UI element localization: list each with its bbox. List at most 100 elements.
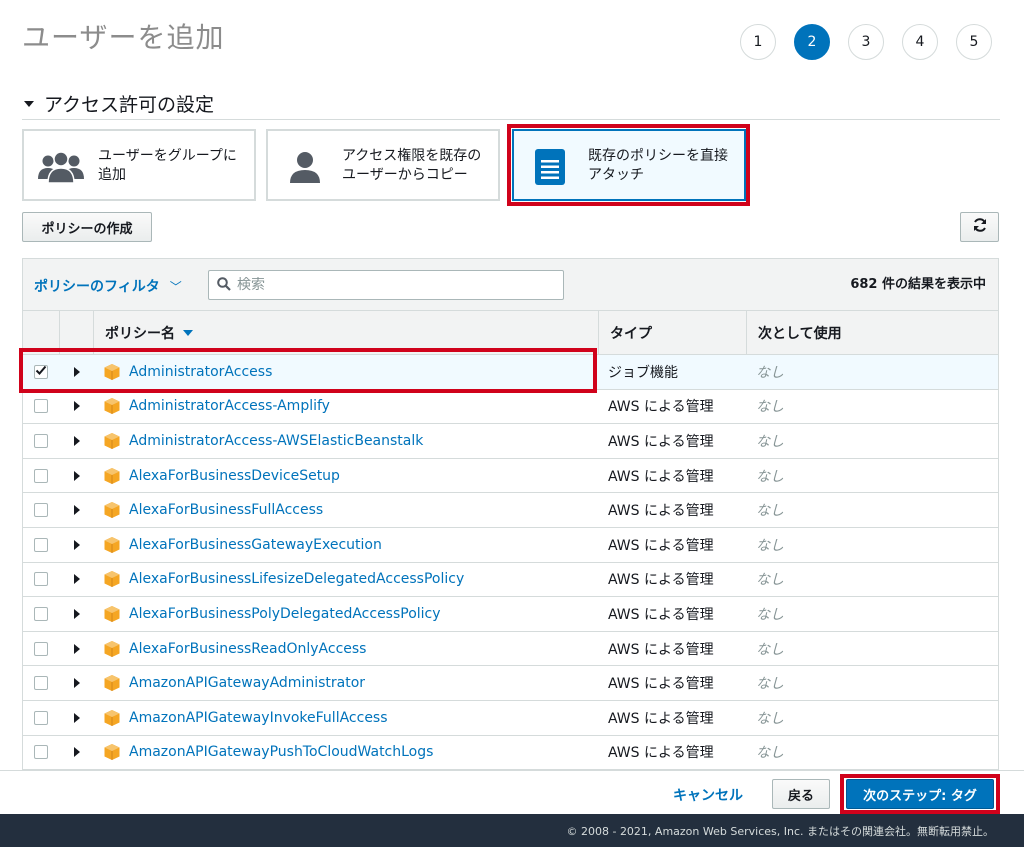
column-header-used-as: 次として使用 — [746, 311, 998, 355]
search-input[interactable] — [237, 277, 537, 293]
chevron-down-icon: ﹀ — [169, 279, 182, 294]
policy-name-cell: AdministratorAccess — [103, 355, 272, 389]
row-checkbox[interactable] — [34, 641, 48, 656]
row-checkbox-cell — [34, 597, 48, 631]
expand-caret-icon[interactable] — [74, 401, 80, 412]
policy-name-link[interactable]: AmazonAPIGatewayAdministrator — [129, 675, 365, 691]
table-row[interactable]: AmazonAPIGatewayPushToCloudWatchLogs AWS … — [23, 736, 998, 769]
policy-type-cell: AWS による管理 — [608, 676, 714, 693]
row-checkbox[interactable] — [34, 745, 48, 760]
policy-name-link[interactable]: AlexaForBusinessDeviceSetup — [129, 468, 340, 484]
row-checkbox-cell — [34, 666, 48, 700]
step-5[interactable]: 5 — [956, 24, 992, 60]
policy-name-link[interactable]: AlexaForBusinessFullAccess — [129, 502, 323, 518]
option-add-to-group[interactable]: ユーザーをグループに追加 — [22, 129, 256, 201]
section-title: アクセス許可の設定 — [44, 94, 215, 116]
policy-name-link[interactable]: AlexaForBusinessReadOnlyAccess — [129, 641, 366, 657]
wizard-steps: 1 2 3 4 5 — [740, 24, 992, 60]
policy-package-icon — [103, 640, 121, 658]
row-checkbox[interactable] — [34, 537, 48, 552]
expand-caret-icon[interactable] — [74, 608, 80, 619]
row-checkbox-cell — [34, 701, 48, 735]
row-checkbox-cell — [34, 528, 48, 562]
header-label: 次として使用 — [758, 326, 842, 342]
row-expand-cell — [74, 701, 80, 735]
table-row[interactable]: AlexaForBusinessDeviceSetup AWS による管理 なし — [23, 459, 998, 494]
table-row[interactable]: AlexaForBusinessGatewayExecution AWS による管… — [23, 528, 998, 563]
policy-name-link[interactable]: AdministratorAccess-Amplify — [129, 398, 330, 414]
policy-name-link[interactable]: AlexaForBusinessPolyDelegatedAccessPolic… — [129, 606, 441, 622]
row-checkbox[interactable] — [34, 710, 48, 725]
policy-filter-dropdown[interactable]: ポリシーのフィルタ ﹀ — [34, 276, 182, 296]
policy-name-cell: AmazonAPIGatewayPushToCloudWatchLogs — [103, 736, 433, 769]
option-copy-from-user[interactable]: アクセス権限を既存のユーザーからコピー — [266, 129, 500, 201]
expand-caret-icon[interactable] — [74, 470, 80, 481]
policy-name-cell: AlexaForBusinessDeviceSetup — [103, 459, 340, 493]
refresh-button[interactable] — [960, 212, 999, 242]
table-row[interactable]: AlexaForBusinessFullAccess AWS による管理 なし — [23, 493, 998, 528]
policy-type-cell: AWS による管理 — [608, 745, 714, 762]
policy-type-cell: AWS による管理 — [608, 433, 714, 450]
step-1[interactable]: 1 — [740, 24, 776, 60]
policy-used-as-cell: なし — [756, 537, 784, 554]
column-header-policy-name[interactable]: ポリシー名 — [93, 311, 598, 355]
policy-name-link[interactable]: AdministratorAccess — [129, 364, 272, 380]
step-2[interactable]: 2 — [794, 24, 830, 60]
row-checkbox[interactable] — [34, 433, 48, 448]
row-checkbox-cell — [34, 493, 48, 527]
row-checkbox-checked[interactable] — [34, 364, 48, 379]
table-row[interactable]: AlexaForBusinessPolyDelegatedAccessPolic… — [23, 597, 998, 632]
policy-used-as-cell: なし — [756, 676, 784, 693]
policy-name-link[interactable]: AlexaForBusinessGatewayExecution — [129, 537, 382, 553]
expand-caret-icon[interactable] — [74, 505, 80, 516]
expand-caret-icon[interactable] — [74, 366, 80, 377]
policy-name-cell: AmazonAPIGatewayAdministrator — [103, 666, 365, 700]
row-checkbox[interactable] — [34, 606, 48, 621]
table-row[interactable]: AdministratorAccess-Amplify AWS による管理 なし — [23, 390, 998, 425]
policy-used-as-cell: なし — [756, 364, 784, 381]
result-count: 682 件の結果を表示中 — [850, 277, 986, 292]
header-expand-col — [59, 311, 93, 355]
table-row[interactable]: AmazonAPIGatewayInvokeFullAccess AWS による管… — [23, 701, 998, 736]
expand-caret-icon[interactable] — [74, 574, 80, 585]
filter-label: ポリシーのフィルタ — [34, 279, 160, 295]
table-row[interactable]: AlexaForBusinessReadOnlyAccess AWS による管理 な… — [23, 632, 998, 667]
table-row[interactable]: AlexaForBusinessLifesizeDelegatedAccessP… — [23, 563, 998, 598]
policy-used-as-cell: なし — [756, 572, 784, 589]
policy-package-icon — [103, 709, 121, 727]
expand-caret-icon[interactable] — [74, 747, 80, 758]
row-checkbox[interactable] — [34, 572, 48, 587]
row-checkbox-cell — [34, 424, 48, 458]
permissions-section-header[interactable]: アクセス許可の設定 — [24, 90, 214, 117]
table-row[interactable]: AdministratorAccess-AWSElasticBeanstalk A… — [23, 424, 998, 459]
policy-package-icon — [103, 432, 121, 450]
row-checkbox[interactable] — [34, 399, 48, 414]
policy-type-cell: AWS による管理 — [608, 399, 714, 416]
step-3[interactable]: 3 — [848, 24, 884, 60]
expand-caret-icon[interactable] — [74, 678, 80, 689]
search-field[interactable] — [208, 270, 564, 300]
row-checkbox[interactable] — [34, 503, 48, 518]
copyright-text: © 2008 - 2021, Amazon Web Services, Inc.… — [566, 824, 994, 838]
step-4[interactable]: 4 — [902, 24, 938, 60]
policy-used-as-cell: なし — [756, 641, 784, 658]
policy-name-cell: AlexaForBusinessGatewayExecution — [103, 528, 382, 562]
expand-caret-icon[interactable] — [74, 643, 80, 654]
expand-caret-icon[interactable] — [74, 539, 80, 550]
back-button[interactable]: 戻る — [772, 779, 830, 809]
row-checkbox[interactable] — [34, 676, 48, 691]
policy-name-link[interactable]: AmazonAPIGatewayInvokeFullAccess — [129, 710, 388, 726]
policy-name-link[interactable]: AdministratorAccess-AWSElasticBeanstalk — [129, 433, 423, 449]
cancel-link[interactable]: キャンセル — [673, 785, 743, 805]
option-attach-policy[interactable]: 既存のポリシーを直接アタッチ — [512, 129, 746, 201]
table-row[interactable]: AmazonAPIGatewayAdministrator AWS による管理 なし — [23, 666, 998, 701]
next-step-button[interactable]: 次のステップ: タグ — [846, 779, 994, 809]
create-policy-button[interactable]: ポリシーの作成 — [22, 212, 152, 242]
expand-caret-icon[interactable] — [74, 712, 80, 723]
row-checkbox[interactable] — [34, 468, 48, 483]
policy-name-link[interactable]: AlexaForBusinessLifesizeDelegatedAccessP… — [129, 571, 464, 587]
table-row[interactable]: AdministratorAccess ジョブ機能 なし — [23, 355, 998, 390]
expand-caret-icon[interactable] — [74, 435, 80, 446]
policy-used-as-cell: なし — [756, 468, 784, 485]
policy-name-link[interactable]: AmazonAPIGatewayPushToCloudWatchLogs — [129, 744, 433, 760]
